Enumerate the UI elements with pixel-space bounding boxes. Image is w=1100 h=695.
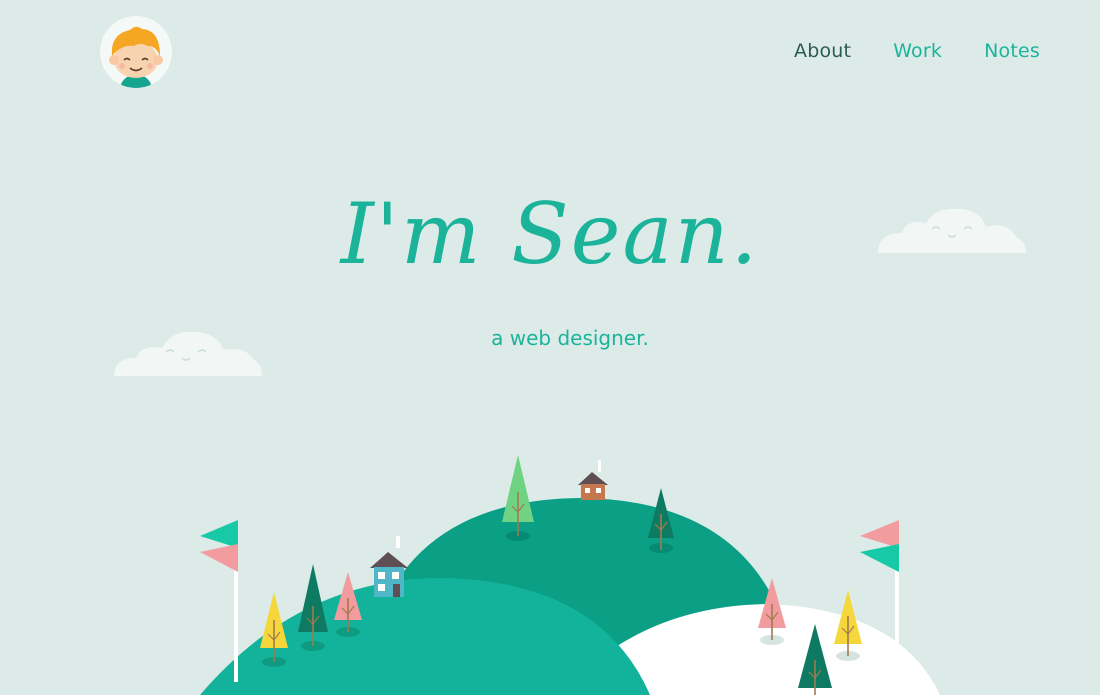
house-icon <box>370 536 408 597</box>
landscape-illustration <box>200 455 940 695</box>
house-icon <box>578 460 608 500</box>
flag-icon <box>200 520 238 682</box>
page: About Work Notes I'm Sean. a web designe… <box>0 0 1100 695</box>
